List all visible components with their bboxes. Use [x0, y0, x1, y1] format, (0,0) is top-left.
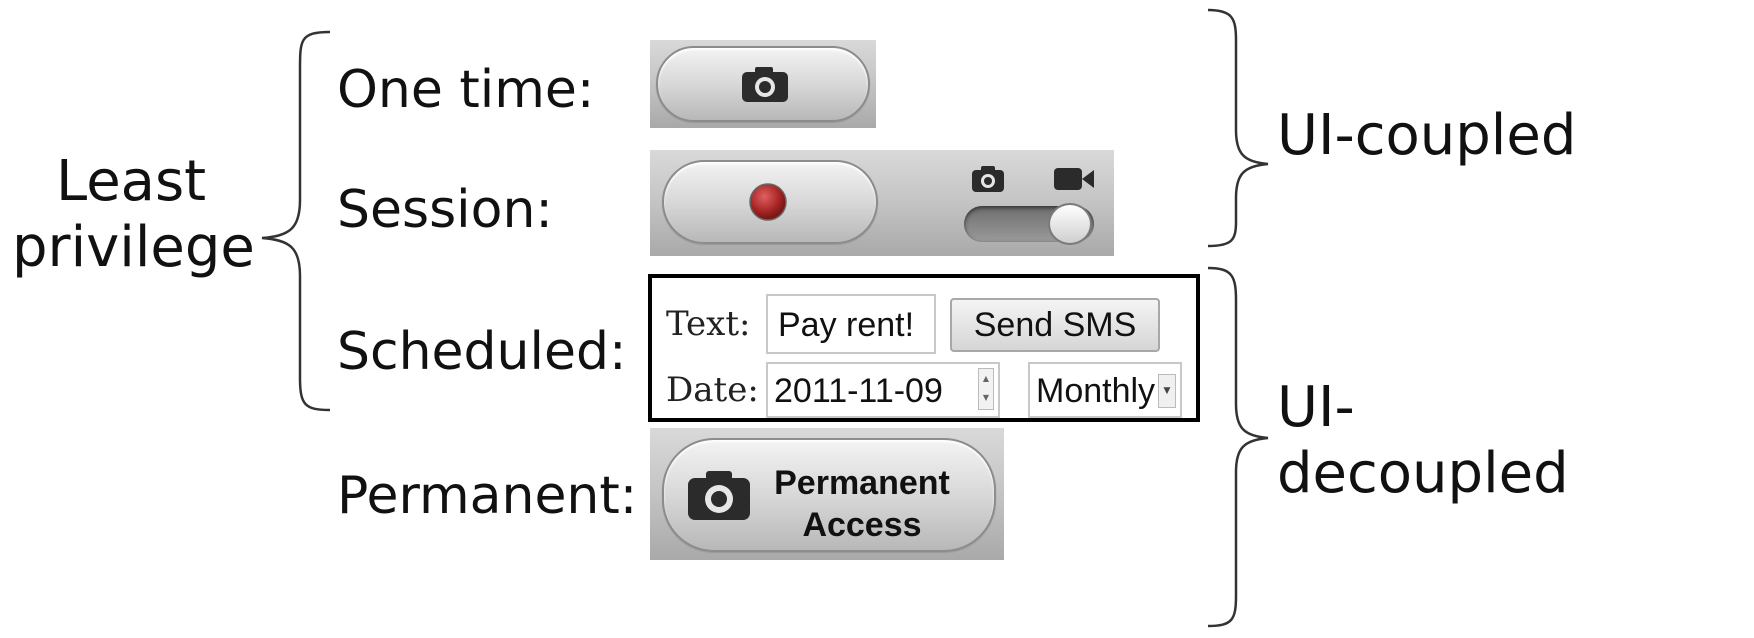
right-brace-top	[1207, 8, 1269, 248]
camera-icon	[742, 67, 788, 102]
camera-icon	[688, 471, 750, 520]
right-brace-bottom	[1207, 266, 1269, 628]
privilege-label: privilege	[12, 215, 255, 280]
ui-coupled-label: UI-coupled	[1277, 103, 1577, 168]
left-brace	[261, 30, 331, 412]
sms-text-input[interactable]: Pay rent!	[766, 294, 936, 354]
record-icon	[749, 183, 787, 221]
take-photo-button[interactable]	[656, 46, 870, 122]
camera-icon	[972, 166, 1004, 192]
session-panel	[650, 150, 1114, 256]
toggle-knob[interactable]	[1048, 203, 1092, 245]
one-time-label: One time:	[337, 60, 595, 120]
permanent-access-button[interactable]: Permanent Access	[662, 438, 996, 552]
spinner-up-icon[interactable]: ▲	[979, 369, 993, 389]
decoupled-label: decoupled	[1277, 441, 1569, 506]
one-time-panel	[650, 40, 876, 128]
date-value: 2011-11-09	[774, 372, 943, 410]
session-label: Session:	[337, 180, 553, 240]
least-label: Least	[56, 149, 207, 214]
send-sms-label: Send SMS	[973, 305, 1137, 344]
spinner-down-icon[interactable]: ▼	[979, 389, 993, 407]
photo-video-toggle[interactable]	[964, 203, 1094, 245]
frequency-select[interactable]: Monthly ▼	[1028, 362, 1182, 418]
permanent-access-line1: Permanent	[774, 464, 950, 502]
send-sms-button[interactable]: Send SMS	[950, 298, 1160, 352]
permanent-panel: Permanent Access	[650, 428, 1004, 560]
text-field-label: Text:	[666, 304, 751, 344]
sms-text-value: Pay rent!	[778, 306, 915, 344]
ui-label: UI-	[1277, 375, 1355, 440]
date-input[interactable]: 2011-11-09 ▲ ▼	[766, 362, 1000, 418]
chevron-down-icon[interactable]: ▼	[1158, 374, 1176, 408]
date-spinner[interactable]: ▲ ▼	[978, 368, 994, 410]
permanent-label: Permanent:	[337, 466, 638, 526]
scheduled-label: Scheduled:	[337, 322, 627, 382]
frequency-value: Monthly	[1036, 372, 1156, 410]
permanent-access-label: Permanent Access	[764, 462, 960, 546]
scheduled-form: Text: Pay rent! Send SMS Date: 2011-11-0…	[648, 274, 1200, 422]
record-button[interactable]	[662, 160, 878, 244]
date-field-label: Date:	[666, 370, 759, 410]
video-camera-icon	[1054, 168, 1094, 190]
permanent-access-line2: Access	[802, 506, 922, 544]
